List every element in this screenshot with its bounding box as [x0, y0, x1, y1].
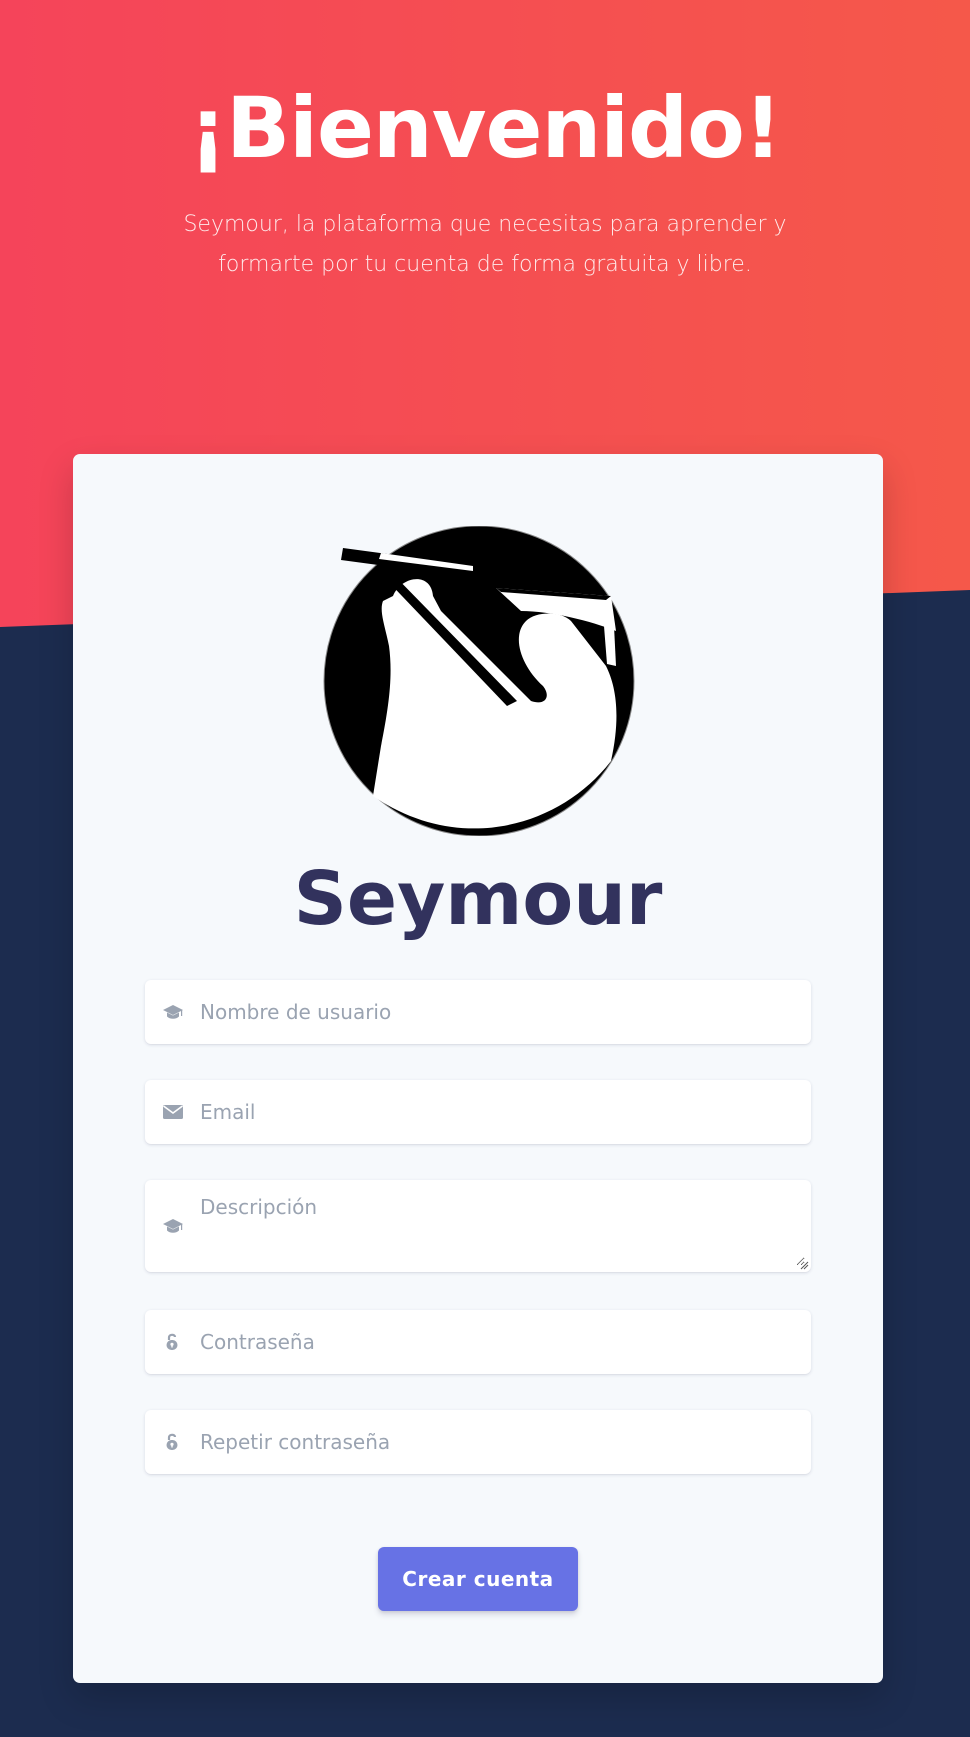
hero-subtitle: Seymour, la plataforma que necesitas par… — [183, 212, 787, 277]
description-textarea[interactable] — [200, 1194, 805, 1266]
unlock-icon — [166, 1433, 178, 1450]
repeat-password-field[interactable] — [145, 1410, 811, 1474]
username-field[interactable] — [145, 980, 811, 1044]
hero-title: ¡Bienvenido! — [188, 79, 782, 177]
graduation-cap-icon — [163, 1219, 183, 1233]
signup-card: Seymour Nombre de usuario Email Descripc… — [73, 454, 883, 1683]
unlock-icon — [166, 1333, 178, 1350]
resize-handle-icon[interactable] — [799, 1260, 809, 1270]
brand-name: Seymour — [293, 856, 663, 942]
email-input[interactable] — [200, 1080, 800, 1144]
password-field[interactable] — [145, 1310, 811, 1374]
email-field[interactable] — [145, 1080, 811, 1144]
username-input[interactable] — [200, 980, 800, 1044]
password-input[interactable] — [200, 1310, 800, 1374]
graduation-cap-icon — [163, 1005, 183, 1019]
create-account-button[interactable]: Crear cuenta — [378, 1547, 578, 1611]
graduate-logo — [323, 526, 635, 836]
envelope-icon — [163, 1105, 183, 1119]
repeat-password-input[interactable] — [200, 1410, 800, 1474]
description-field[interactable] — [145, 1180, 811, 1272]
